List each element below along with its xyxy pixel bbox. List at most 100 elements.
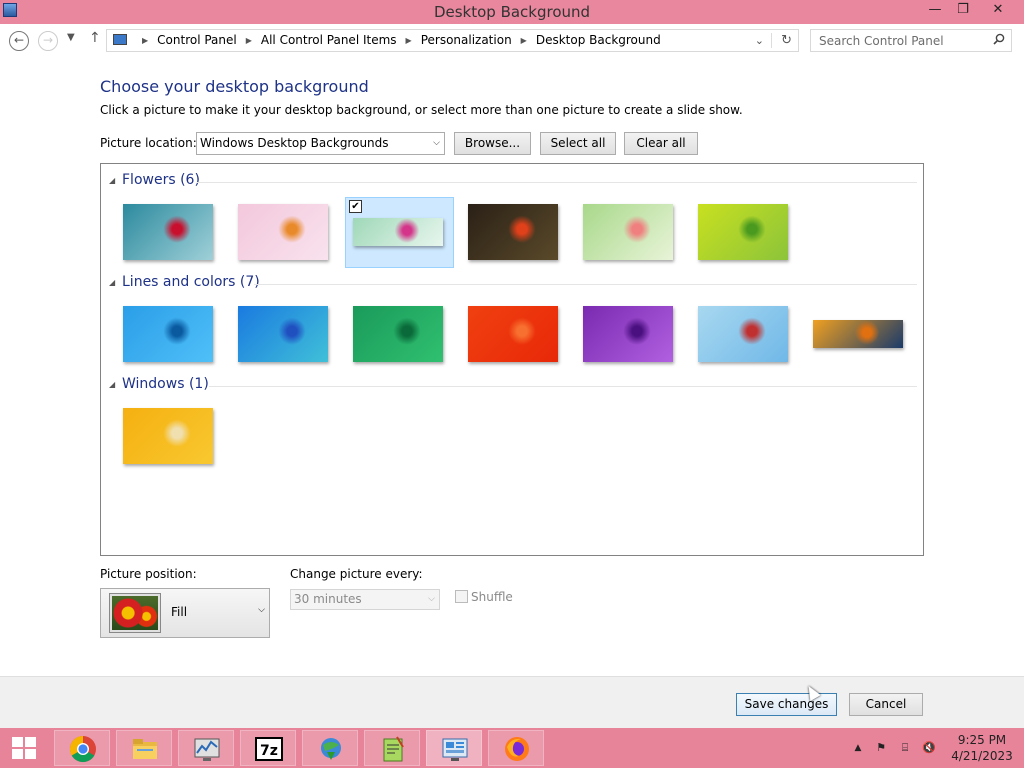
group-label: Lines and colors (7) <box>122 274 260 290</box>
taskbar-7zip[interactable]: 7z <box>240 730 296 766</box>
wallpaper-thumbnail-windows-orange[interactable] <box>123 408 213 464</box>
action-center-flag-icon[interactable]: ⚑ <box>874 741 888 755</box>
taskbar-clock[interactable]: 9:25 PM 4/21/2023 <box>948 732 1016 764</box>
save-changes-button[interactable]: Save changes <box>736 693 837 716</box>
minimize-button[interactable]: — <box>920 0 950 22</box>
taskbar-download-manager[interactable] <box>302 730 358 766</box>
select-all-button[interactable]: Select all <box>540 132 616 155</box>
wallpaper-thumbnail-purple-waves[interactable] <box>583 306 673 362</box>
clear-all-button[interactable]: Clear all <box>624 132 698 155</box>
taskbar: 7z ▲ ⚑ ⌸ 🔇 9:25 PM 4/21/2023 <box>0 728 1024 768</box>
control-panel-icon <box>442 738 468 761</box>
breadcrumb-separator[interactable]: ▶ <box>406 36 412 45</box>
7zip-icon: 7z <box>255 737 283 761</box>
change-picture-label: Change picture every: <box>290 567 423 581</box>
collapse-triangle-icon[interactable]: ◢ <box>109 278 115 287</box>
chrome-icon <box>69 735 96 763</box>
taskbar-chrome[interactable] <box>54 730 110 766</box>
wallpaper-thumbnail-red-tulips-dark[interactable] <box>468 204 558 260</box>
globe-download-icon <box>321 738 341 760</box>
breadcrumb-separator[interactable]: ▶ <box>521 36 527 45</box>
wallpaper-thumbnail-green-leaf-yellow[interactable] <box>698 204 788 260</box>
control-panel-icon <box>113 34 127 45</box>
folder-icon <box>133 739 157 759</box>
search-icon[interactable] <box>993 33 1005 45</box>
group-divider <box>197 182 917 183</box>
wallpaper-thumbnail-blue-green-fan[interactable] <box>238 306 328 362</box>
position-preview-image <box>109 593 161 633</box>
picture-location-value: Windows Desktop Backgrounds <box>200 136 389 150</box>
group-header[interactable]: ◢ Windows (1) <box>109 376 917 396</box>
chevron-down-icon: ⌵ <box>433 138 440 148</box>
title-bar: Desktop Background — ❐ ✕ <box>0 0 1024 24</box>
taskbar-notepad-plus-plus[interactable] <box>364 730 420 766</box>
breadcrumb-desktop-background[interactable]: Desktop Background <box>536 33 661 47</box>
chevron-down-icon: ⌵ <box>258 605 265 615</box>
dialog-footer: Save changes Cancel <box>0 676 1024 728</box>
picture-position-label: Picture position: <box>100 567 197 581</box>
picture-location-select[interactable]: Windows Desktop Backgrounds ⌵ <box>196 132 445 155</box>
breadcrumb-separator: ▶ <box>142 36 149 45</box>
navigation-bar: ← → ▼ ↑ ▶ Control Panel ▶ All Control Panel… <box>0 24 1024 58</box>
chevron-down-icon: ⌵ <box>428 594 435 604</box>
change-interval-value: 30 minutes <box>294 592 362 606</box>
selected-checkbox[interactable]: ✔ <box>349 200 362 213</box>
clock-time: 9:25 PM <box>957 733 1007 747</box>
taskbar-firefox[interactable] <box>488 730 544 766</box>
wallpaper-thumbnail-blue-lines[interactable] <box>123 306 213 362</box>
wallpaper-thumbnail-pink-lily-green[interactable] <box>583 204 673 260</box>
picture-position-value: Fill <box>171 605 188 619</box>
search-input[interactable] <box>811 30 981 51</box>
wallpaper-thumbnail-orange-flower-on-pink[interactable] <box>238 204 328 260</box>
volume-muted-icon[interactable]: 🔇 <box>922 741 936 755</box>
shuffle-checkbox: Shuffle <box>455 590 513 604</box>
wallpaper-thumbnail-orange-blocks[interactable] <box>813 320 903 348</box>
taskbar-file-explorer[interactable] <box>116 730 172 766</box>
breadcrumb-separator[interactable]: ▶ <box>246 36 252 45</box>
change-interval-select: 30 minutes ⌵ <box>290 589 440 610</box>
breadcrumb-control-panel[interactable]: Control Panel <box>157 33 237 47</box>
breadcrumb-personalization[interactable]: Personalization <box>421 33 512 47</box>
recent-locations-button[interactable]: ▼ <box>67 32 75 43</box>
monitor-chart-icon <box>194 738 220 761</box>
wallpaper-thumbnail-green-curve[interactable] <box>353 306 443 362</box>
forward-button[interactable]: → <box>38 31 58 51</box>
shuffle-label: Shuffle <box>471 590 513 604</box>
background-gallery[interactable]: ◢ Flowers (6) ✔ ◢ Lines and colors (7) ◢ Windo… <box>100 163 924 556</box>
show-hidden-icons-button[interactable]: ▲ <box>851 741 865 755</box>
cancel-button[interactable]: Cancel <box>849 693 923 716</box>
address-dropdown-button[interactable]: ⌄ <box>755 30 764 51</box>
address-bar[interactable]: ▶ Control Panel ▶ All Control Panel Items ▶ P… <box>106 29 799 52</box>
taskbar-control-panel[interactable] <box>426 730 482 766</box>
windows-logo-icon <box>12 737 36 759</box>
back-button[interactable]: ← <box>9 31 29 51</box>
wallpaper-thumbnail-pink-flower-on-mint[interactable] <box>353 218 443 246</box>
wallpaper-thumbnail-orange-swirl[interactable] <box>468 306 558 362</box>
search-box[interactable] <box>810 29 1012 52</box>
up-button[interactable]: ↑ <box>89 30 101 46</box>
collapse-triangle-icon[interactable]: ◢ <box>109 176 115 185</box>
group-header[interactable]: ◢ Flowers (6) <box>109 172 917 192</box>
svg-text:7z: 7z <box>260 743 278 759</box>
taskbar-performance-monitor[interactable] <box>178 730 234 766</box>
restore-button[interactable]: ❐ <box>948 0 978 22</box>
refresh-button[interactable]: ↻ <box>781 30 792 51</box>
collapse-triangle-icon[interactable]: ◢ <box>109 380 115 389</box>
window-title: Desktop Background <box>433 3 591 21</box>
picture-location-label: Picture location: <box>100 136 197 150</box>
main-content: Choose your desktop background Click a p… <box>0 58 1024 676</box>
group-label: Flowers (6) <box>122 172 200 188</box>
close-button[interactable]: ✕ <box>984 0 1012 22</box>
group-header[interactable]: ◢ Lines and colors (7) <box>109 274 917 294</box>
breadcrumb: ▶ Control Panel ▶ All Control Panel Items ▶ P… <box>133 30 661 51</box>
shuffle-checkbox-box <box>455 590 468 603</box>
start-button[interactable] <box>0 728 48 768</box>
notepad-icon <box>383 736 404 762</box>
browse-button[interactable]: Browse... <box>454 132 531 155</box>
wallpaper-thumbnail-red-flower-on-teal[interactable] <box>123 204 213 260</box>
wallpaper-thumbnail-light-blue-stripes[interactable] <box>698 306 788 362</box>
network-icon[interactable]: ⌸ <box>898 741 912 755</box>
breadcrumb-all-items[interactable]: All Control Panel Items <box>261 33 397 47</box>
picture-position-select[interactable]: Fill ⌵ <box>100 588 270 638</box>
group-divider <box>254 284 917 285</box>
